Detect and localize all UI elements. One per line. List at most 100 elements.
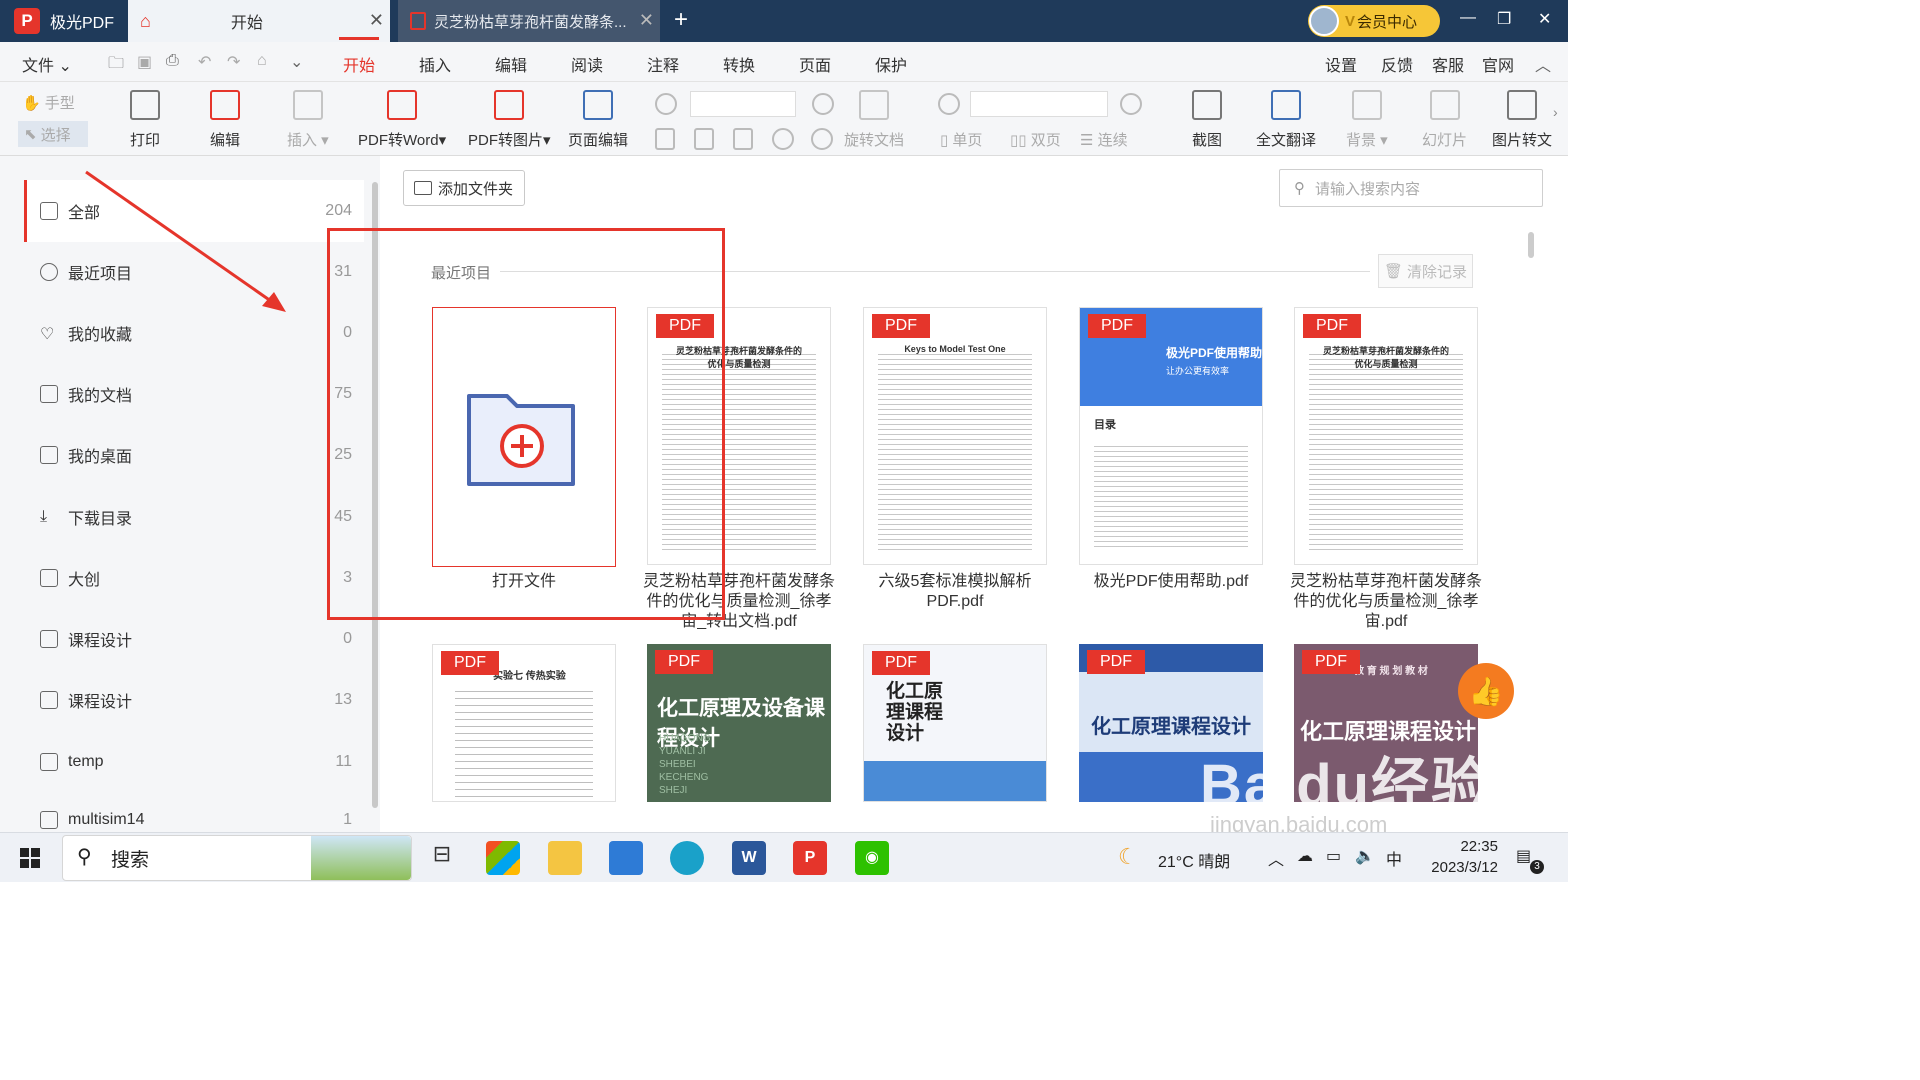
double-page-button[interactable]: ▯▯ 双页: [1010, 129, 1061, 150]
hand-tool-button[interactable]: ✋ 手型: [22, 92, 75, 113]
tray-chevron-icon[interactable]: ︿: [1268, 846, 1284, 870]
zoom-input[interactable]: [690, 91, 796, 117]
open-folder-icon[interactable]: 🗀: [108, 52, 124, 79]
menu-protect[interactable]: 保护: [875, 52, 907, 76]
add-folder-button[interactable]: 添加文件夹: [403, 170, 525, 206]
edit-button[interactable]: 编辑: [210, 82, 240, 150]
menu-insert[interactable]: 插入: [419, 52, 451, 76]
menu-settings[interactable]: 设置: [1325, 52, 1357, 76]
save-icon[interactable]: ▣: [137, 52, 152, 72]
home-small-icon[interactable]: ⌂: [257, 52, 267, 70]
menu-website[interactable]: 官网: [1482, 52, 1514, 76]
menu-read[interactable]: 阅读: [571, 52, 603, 76]
pdf-to-image-button[interactable]: PDF转图片▾: [468, 82, 551, 150]
sidebar-item-folder[interactable]: 课程设计 0: [40, 624, 360, 654]
tab-home[interactable]: ⌂ 开始 ✕: [128, 0, 390, 42]
rotate-document-button[interactable]: 旋转文档: [844, 82, 904, 150]
sidebar-item-folder[interactable]: temp 11: [40, 747, 360, 777]
customize-dropdown-icon[interactable]: ⌄: [290, 52, 303, 72]
collapse-ribbon-icon[interactable]: ︿: [1535, 52, 1551, 76]
avatar[interactable]: [1309, 6, 1339, 36]
windows-start-icon[interactable]: [20, 848, 40, 868]
store-icon[interactable]: [486, 841, 520, 875]
page-number-input[interactable]: [970, 91, 1108, 117]
taskbar-search[interactable]: ⚲ 搜索: [62, 835, 412, 881]
vip-center-button[interactable]: V 会员中心: [1308, 5, 1440, 37]
word-app-icon[interactable]: W: [732, 841, 766, 875]
clock[interactable]: 22:35 2023/3/12: [1418, 836, 1498, 878]
app-tab[interactable]: P 极光PDF: [0, 0, 128, 42]
rotate-right-icon[interactable]: [811, 128, 833, 150]
menu-file[interactable]: 文件 ⌄: [22, 52, 72, 76]
translate-button[interactable]: 全文翻译: [1256, 82, 1316, 150]
close-tab-icon[interactable]: ✕: [369, 10, 384, 31]
ime-indicator[interactable]: 中: [1386, 846, 1402, 870]
print-icon[interactable]: ⎙: [166, 52, 179, 70]
fit-width-icon[interactable]: [733, 128, 753, 150]
continuous-button[interactable]: ☰ 连续: [1080, 129, 1128, 150]
menu-support[interactable]: 客服: [1432, 52, 1464, 76]
sidebar-item-folder[interactable]: multisim14 1: [40, 808, 360, 832]
menu-feedback[interactable]: 反馈: [1381, 52, 1413, 76]
toolbar-scroll-right-icon[interactable]: ›: [1553, 104, 1558, 120]
prev-page-icon[interactable]: [938, 93, 960, 115]
menu-page[interactable]: 页面: [799, 52, 831, 76]
sidebar-item-my-documents[interactable]: 我的文档 75: [40, 379, 360, 409]
file-card[interactable]: 化工原理课程设计 PDF: [863, 644, 1047, 802]
pdf-to-word-button[interactable]: PDF转Word▾: [358, 82, 446, 150]
notification-icon[interactable]: ▤: [1516, 846, 1531, 866]
file-card[interactable]: Keys to Model Test One PDF: [863, 307, 1047, 565]
image-to-text-button[interactable]: 图片转文: [1492, 82, 1552, 150]
sidebar-item-folder[interactable]: 大创 3: [40, 563, 360, 593]
mail-icon[interactable]: [609, 841, 643, 875]
close-tab-icon[interactable]: ✕: [639, 10, 654, 31]
redo-icon[interactable]: ↷: [227, 52, 240, 72]
restore-icon[interactable]: ❐: [1497, 9, 1511, 29]
sidebar-item-favorites[interactable]: ♡ 我的收藏 0: [40, 318, 360, 348]
actual-size-icon[interactable]: [655, 128, 675, 150]
weather-text[interactable]: 21°C 晴朗: [1158, 848, 1230, 872]
battery-icon[interactable]: ▭: [1326, 846, 1341, 866]
page-edit-button[interactable]: 页面编辑: [568, 82, 628, 150]
sidebar-item-recent[interactable]: 最近项目 31: [40, 257, 360, 287]
file-card[interactable]: 化工原理及设备课程设计 HUAGONG YUANLI JI SHEBEI KEC…: [647, 644, 831, 802]
next-page-icon[interactable]: [1120, 93, 1142, 115]
main-scrollbar[interactable]: [1528, 232, 1534, 258]
new-tab-plus-icon[interactable]: +: [674, 6, 688, 34]
fit-page-icon[interactable]: [694, 128, 714, 150]
menu-edit[interactable]: 编辑: [495, 52, 527, 76]
sidebar-item-downloads[interactable]: ⤓ 下载目录 45: [40, 502, 360, 532]
edge-icon[interactable]: [670, 841, 704, 875]
menu-start[interactable]: 开始: [343, 52, 375, 76]
volume-icon[interactable]: 🔈: [1355, 846, 1375, 866]
insert-button[interactable]: 插入 ▾: [287, 82, 329, 150]
search-input[interactable]: ⚲ 请输入搜索内容: [1279, 169, 1543, 207]
file-card[interactable]: 灵芝粉枯草芽孢杆菌发酵条件的优化与质量检测 PDF: [1294, 307, 1478, 565]
print-button[interactable]: 打印: [130, 82, 160, 150]
close-window-icon[interactable]: ✕: [1538, 9, 1551, 29]
sidebar-item-folder[interactable]: 课程设计 13: [40, 685, 360, 715]
file-explorer-icon[interactable]: [548, 841, 582, 875]
zoom-in-icon[interactable]: [812, 93, 834, 115]
select-tool-button[interactable]: ⬉ 选择: [18, 121, 88, 147]
single-page-button[interactable]: ▯ 单页: [940, 129, 982, 150]
clear-history-button[interactable]: 🗑 清除记录: [1378, 254, 1473, 288]
file-card[interactable]: 实验七 传热实验 PDF: [432, 644, 616, 802]
sidebar-item-all[interactable]: 全部 204: [40, 196, 360, 226]
undo-icon[interactable]: ↶: [198, 52, 211, 72]
slideshow-button[interactable]: 幻灯片: [1422, 82, 1467, 150]
wechat-icon[interactable]: ◉: [855, 841, 889, 875]
sidebar-item-desktop[interactable]: 我的桌面 25: [40, 440, 360, 470]
menu-convert[interactable]: 转换: [723, 52, 755, 76]
rotate-left-icon[interactable]: [772, 128, 794, 150]
screenshot-button[interactable]: 截图: [1192, 82, 1222, 150]
onedrive-icon[interactable]: ☁: [1297, 846, 1313, 866]
menu-annotate[interactable]: 注释: [647, 52, 679, 76]
jiguang-pdf-icon[interactable]: P: [793, 841, 827, 875]
file-card[interactable]: 极光PDF使用帮助 让办公更有效率 目录 PDF: [1079, 307, 1263, 565]
task-view-icon[interactable]: ⊟: [425, 841, 459, 875]
background-button[interactable]: 背景 ▾: [1346, 82, 1388, 150]
zoom-out-icon[interactable]: [655, 93, 677, 115]
tab-document[interactable]: 灵芝粉枯草芽孢杆菌发酵条... ✕: [398, 0, 660, 42]
thumbs-up-icon[interactable]: 👍: [1458, 663, 1514, 719]
